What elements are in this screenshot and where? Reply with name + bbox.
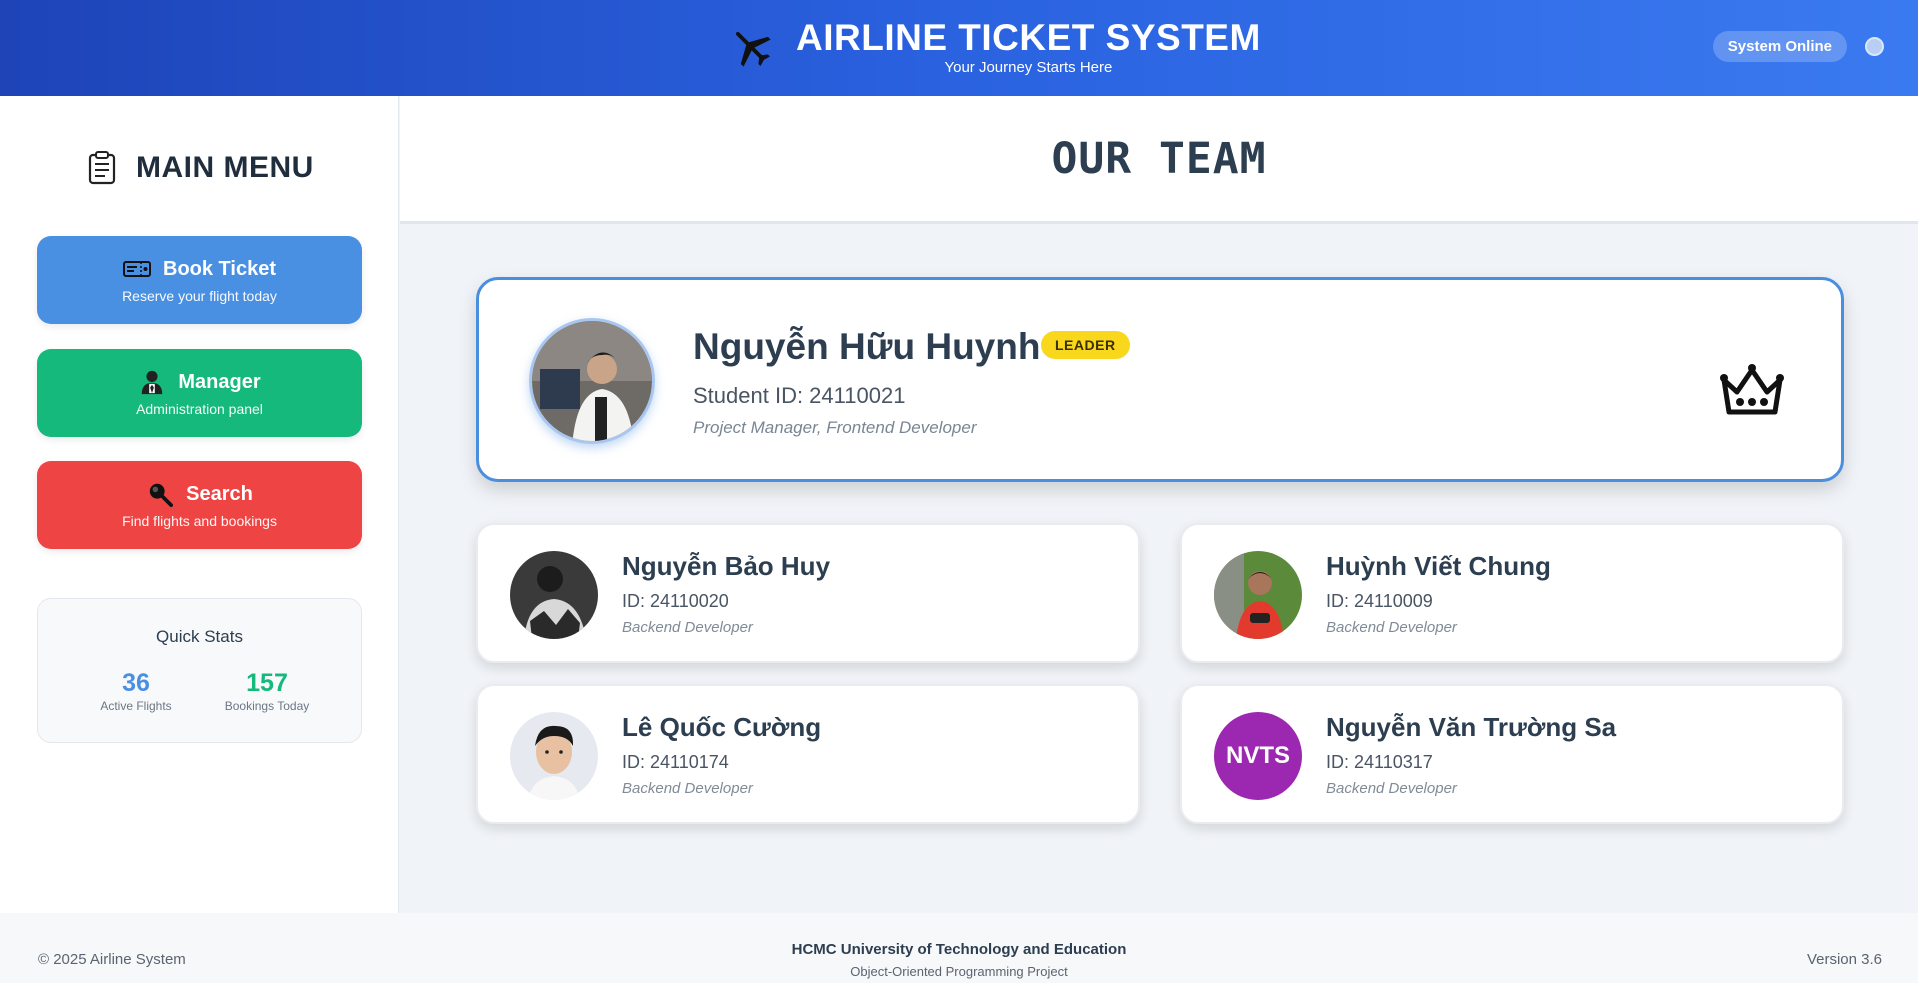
app-subtitle: Your Journey Starts Here [944, 59, 1113, 76]
book-ticket-button[interactable]: Book Ticket Reserve your flight today [37, 236, 362, 324]
avatar [529, 318, 655, 444]
quick-stats-title: Quick Stats [156, 627, 243, 646]
clipboard-icon [88, 151, 116, 185]
member-card: Nguyễn Bảo Huy ID: 24110020 Backend Deve… [476, 523, 1140, 663]
airplane-icon [735, 31, 771, 67]
search-desc: Find flights and bookings [122, 513, 277, 529]
leader-student-id: Student ID: 24110021 [693, 383, 906, 408]
leader-card: Nguyễn Hữu Huynh LEADER Student ID: 2411… [476, 277, 1844, 482]
stat-active-flights: 36 Active Flights [71, 669, 201, 713]
page-title: OUR TEAM [1051, 134, 1267, 184]
book-ticket-label: Book Ticket [163, 257, 276, 280]
app-title: AIRLINE TICKET SYSTEM [796, 17, 1261, 58]
manager-button[interactable]: Manager Administration panel [37, 349, 362, 437]
member-card: NVTS Nguyễn Văn Trường Sa ID: 24110317 B… [1180, 684, 1844, 824]
status-badge: System Online [1712, 31, 1847, 62]
brand: AIRLINE TICKET SYSTEM Your Journey Start… [728, 18, 1261, 76]
ticket-icon [123, 261, 151, 277]
search-button[interactable]: Search Find flights and bookings [37, 461, 362, 549]
search-label: Search [186, 482, 253, 505]
footer-center: HCMC University of Technology and Educat… [0, 941, 1918, 979]
member-id: ID: 24110020 [622, 591, 729, 611]
member-name: Nguyễn Bảo Huy [622, 551, 831, 581]
book-ticket-desc: Reserve your flight today [122, 288, 277, 304]
footer-version: Version 3.6 [1806, 951, 1882, 968]
member-role: Backend Developer [1326, 619, 1457, 636]
system-status: System Online [1712, 31, 1884, 62]
member-name: Lê Quốc Cường [622, 712, 822, 742]
app-footer: © 2025 Airline System HCMC University of… [0, 913, 1918, 983]
app-header: AIRLINE TICKET SYSTEM Your Journey Start… [0, 0, 1918, 96]
leader-role: Project Manager, Frontend Developer [693, 418, 977, 437]
stat-label: Bookings Today [224, 699, 310, 713]
crown-icon [1720, 364, 1784, 415]
member-photo [510, 551, 598, 639]
member-role: Backend Developer [1326, 780, 1457, 797]
manager-icon [142, 370, 163, 395]
menu-title: MAIN MENU [136, 151, 314, 184]
manager-label: Manager [178, 370, 261, 393]
leader-badge: LEADER [1041, 331, 1130, 359]
avatar [1214, 551, 1302, 639]
quick-stats-panel: Quick Stats 36 Active Flights 157 Bookin… [37, 598, 362, 743]
leader-photo [532, 321, 652, 441]
magnifier-icon [149, 483, 174, 507]
member-id: ID: 24110009 [1326, 591, 1433, 611]
footer-university: HCMC University of Technology and Educat… [791, 941, 1127, 958]
member-card: Huỳnh Viết Chung ID: 24110009 Backend De… [1180, 523, 1844, 663]
stat-value: 36 [122, 669, 150, 697]
avatar [510, 551, 598, 639]
stat-label: Active Flights [100, 699, 172, 713]
manager-desc: Administration panel [136, 401, 263, 417]
member-id: ID: 24110174 [622, 752, 729, 772]
sidebar: MAIN MENU Book Ticket Reserve your fligh… [0, 96, 399, 913]
status-indicator-icon [1865, 37, 1884, 56]
member-photo [510, 712, 598, 800]
footer-project: Object-Oriented Programming Project [850, 964, 1068, 979]
member-photo [1214, 551, 1302, 639]
menu-header: MAIN MENU [88, 151, 314, 185]
stat-bookings-today: 157 Bookings Today [202, 669, 332, 713]
member-name: Nguyễn Văn Trường Sa [1326, 712, 1617, 742]
member-card: Lê Quốc Cường ID: 24110174 Backend Devel… [476, 684, 1140, 824]
page-header: OUR TEAM [400, 96, 1918, 224]
avatar-initials: NVTS [1214, 712, 1302, 800]
member-name: Huỳnh Viết Chung [1326, 551, 1551, 581]
stat-value: 157 [246, 669, 288, 697]
member-role: Backend Developer [622, 619, 753, 636]
member-id: ID: 24110317 [1326, 752, 1433, 772]
avatar [510, 712, 598, 800]
member-role: Backend Developer [622, 780, 753, 797]
leader-name: Nguyễn Hữu Huynh [693, 326, 1041, 367]
